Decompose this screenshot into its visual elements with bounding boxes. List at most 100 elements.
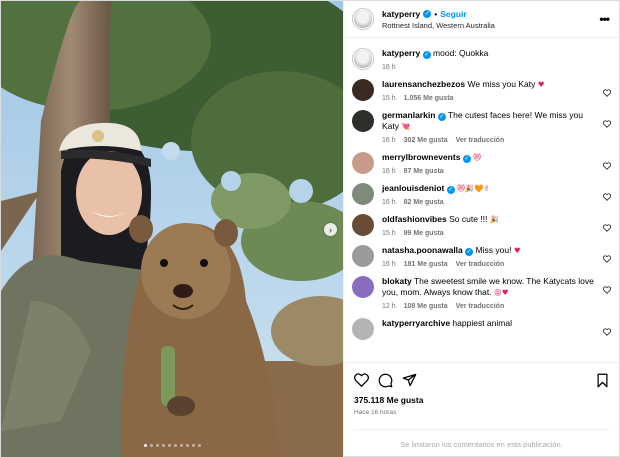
header-separator: • — [434, 8, 438, 19]
translate-link[interactable]: Ver traducción — [456, 303, 505, 314]
verified-badge-icon: ✓ — [446, 186, 455, 194]
post-time-ago: Hace 16 horas — [354, 409, 397, 416]
translate-link[interactable]: Ver traducción — [456, 137, 505, 148]
likes-count[interactable]: 375.118 Me gusta — [354, 395, 609, 405]
carousel-dot — [167, 444, 171, 447]
comment-like-icon[interactable] — [603, 162, 611, 170]
comment-text: So cute !!! — [449, 214, 488, 224]
like-icon[interactable] — [354, 373, 369, 387]
comment-emoji: ♥ — [537, 80, 545, 89]
comment-username[interactable]: merrylbrownevents — [382, 152, 460, 162]
comment-username[interactable]: jeanlouisdeniot — [382, 183, 444, 193]
avatar[interactable] — [352, 318, 374, 340]
comment-time: 16 h — [382, 137, 396, 144]
carousel-dot — [149, 444, 153, 447]
comment-username[interactable]: blokaty — [382, 276, 412, 286]
comment-emoji: ♥ — [513, 246, 521, 255]
comment-row: germanlarkin ✓ The cutest faces here! We… — [344, 106, 619, 148]
carousel-dot — [179, 444, 183, 447]
save-bookmark-icon[interactable] — [596, 373, 609, 388]
comment-icon[interactable] — [378, 373, 393, 388]
comments-limited-notice: Se limitaron los comentarios en esta pub… — [354, 429, 609, 457]
post-caption: katyperry ✓ mood: Quokka 16 h — [344, 44, 619, 75]
post-dialog: › katyperry ✓ • Seguir Rottnest Island, … — [0, 0, 620, 457]
carousel-dot — [161, 444, 165, 447]
comment-like-icon[interactable] — [603, 193, 611, 201]
caption-text: mood: Quokka — [433, 48, 489, 58]
comments-list[interactable]: katyperry ✓ mood: Quokka 16 h laurensanc… — [344, 38, 619, 362]
avatar[interactable] — [352, 183, 374, 205]
follow-button[interactable]: Seguir — [440, 9, 466, 19]
verified-badge-icon: ✓ — [422, 51, 431, 59]
carousel-dot — [173, 444, 177, 447]
comment-time: 12 h — [382, 303, 396, 310]
comment-username[interactable]: katyperryarchive — [382, 318, 450, 328]
carousel-dots — [1, 444, 343, 447]
comment-likes[interactable]: 302 Me gusta — [404, 137, 448, 148]
comment-row: blokaty The sweetest smile we know. The … — [344, 272, 619, 314]
post-location[interactable]: Rottnest Island, Western Australia — [382, 21, 597, 30]
avatar[interactable] — [352, 48, 374, 70]
comment-text: The sweetest smile we know. The Katycats… — [382, 276, 594, 297]
post-actions: 375.118 Me gusta Hace 16 horas Se limita… — [344, 362, 619, 457]
avatar[interactable] — [352, 152, 374, 174]
comment-likes[interactable]: 181 Me gusta — [404, 261, 448, 272]
comment-like-icon[interactable] — [603, 255, 611, 263]
comment-like-icon[interactable] — [603, 328, 611, 336]
comment-username[interactable]: laurensanchezbezos — [382, 79, 465, 89]
comment-text: We miss you Katy — [467, 79, 536, 89]
caption-time: 16 h — [382, 64, 396, 71]
comment-row: natasha.poonawalla ✓ Miss you! ♥ 16 h 18… — [344, 241, 619, 272]
next-slide-button[interactable]: › — [324, 223, 337, 236]
avatar[interactable] — [352, 214, 374, 236]
comment-emoji: 😻🎉🧡✌ — [457, 184, 490, 193]
comment-text: happiest animal — [452, 318, 512, 328]
post-photo[interactable]: › — [1, 1, 343, 457]
carousel-dot — [191, 444, 195, 447]
comment-likes[interactable]: 87 Me gusta — [404, 168, 444, 179]
comment-username[interactable]: natasha.poonawalla — [382, 245, 463, 255]
comment-time: 15 h — [382, 230, 396, 237]
comment-like-icon[interactable] — [603, 89, 611, 97]
carousel-dot — [143, 444, 147, 447]
comment-time: 16 h — [382, 199, 396, 206]
comment-emoji: 🎉 — [489, 215, 500, 224]
comment-emoji: 😝♥ — [493, 288, 509, 297]
comment-time: 16 h — [382, 261, 396, 268]
comment-row: oldfashionvibes So cute !!! 🎉 15 h 99 Me… — [344, 210, 619, 241]
comment-username[interactable]: oldfashionvibes — [382, 214, 447, 224]
avatar[interactable] — [352, 245, 374, 267]
photo-image — [1, 1, 343, 457]
avatar[interactable] — [352, 79, 374, 101]
comment-emoji: 😻 — [473, 153, 481, 162]
caption-username[interactable]: katyperry — [382, 48, 420, 58]
post-header: katyperry ✓ • Seguir Rottnest Island, We… — [344, 1, 619, 38]
post-side-panel: katyperry ✓ • Seguir Rottnest Island, We… — [343, 1, 619, 457]
share-icon[interactable] — [402, 373, 417, 387]
comment-likes[interactable]: 108 Me gusta — [404, 303, 448, 314]
carousel-dot — [197, 444, 201, 447]
avatar[interactable] — [352, 276, 374, 298]
carousel-dot — [155, 444, 159, 447]
more-options-icon[interactable]: ••• — [597, 12, 611, 26]
author-username[interactable]: katyperry — [382, 9, 420, 19]
comment-likes[interactable]: 99 Me gusta — [404, 230, 444, 241]
comment-likes[interactable]: 82 Me gusta — [404, 199, 444, 210]
avatar[interactable] — [352, 110, 374, 132]
comment-row: katyperryarchive happiest animal — [344, 314, 619, 340]
translate-link[interactable]: Ver traducción — [456, 261, 505, 272]
comment-row: jeanlouisdeniot ✓ 😻🎉🧡✌ 16 h 82 Me gusta — [344, 179, 619, 210]
verified-badge-icon: ✓ — [465, 248, 474, 256]
comment-emoji: 💘 — [401, 122, 411, 131]
verified-badge-icon: ✓ — [462, 155, 471, 163]
comment-time: 15 h — [382, 95, 396, 102]
comment-username[interactable]: germanlarkin — [382, 110, 435, 120]
comment-row: laurensanchezbezos We miss you Katy ♥ 15… — [344, 75, 619, 106]
carousel-dot — [185, 444, 189, 447]
comment-like-icon[interactable] — [603, 224, 611, 232]
comment-likes[interactable]: 1.056 Me gusta — [404, 95, 454, 106]
comment-like-icon[interactable] — [603, 286, 611, 294]
comment-time: 16 h — [382, 168, 396, 175]
comment-like-icon[interactable] — [603, 120, 611, 128]
author-avatar[interactable] — [352, 8, 374, 30]
